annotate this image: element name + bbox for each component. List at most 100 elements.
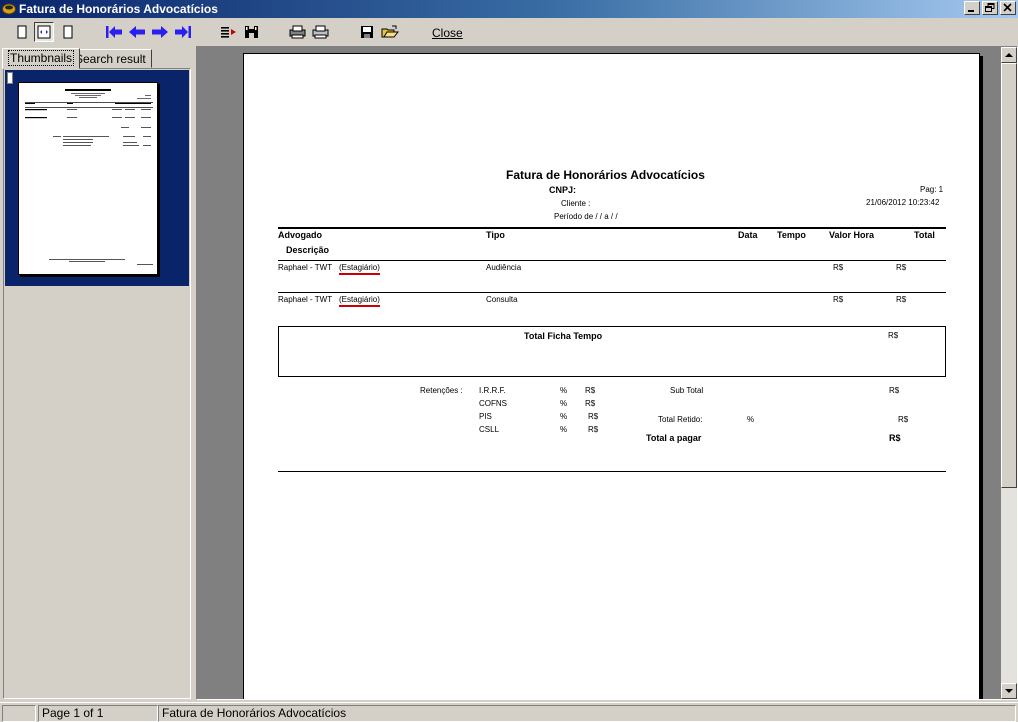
thumbnail-content: [25, 89, 153, 265]
printer-setup-icon: [289, 25, 306, 39]
thumbnail-marker: [7, 72, 13, 84]
retencao-name: CSLL: [479, 425, 500, 434]
col-descricao: Descrição: [286, 245, 330, 255]
retencao-value: R$: [588, 425, 599, 434]
find-button[interactable]: [242, 22, 262, 42]
previous-page-button[interactable]: [127, 22, 147, 42]
header-top-rule: [278, 227, 946, 229]
row-advogado: Raphael - TWT: [278, 263, 333, 272]
row-categoria: (Estagiário): [339, 295, 380, 307]
window-title: Fatura de Honorários Advocatícios: [19, 2, 218, 16]
floppy-disk-icon: [361, 26, 373, 38]
restore-button[interactable]: [982, 1, 998, 15]
col-valor-hora: Valor Hora: [829, 230, 875, 240]
status-page: Page 1 of 1: [38, 705, 158, 722]
page-number-label: Pag: 1: [920, 185, 944, 194]
report-preview-window: Fatura de Honorários Advocatícios Close …: [0, 0, 1018, 722]
col-advogado: Advogado: [278, 230, 322, 240]
report-title: Fatura de Honorários Advocatícios: [506, 168, 705, 182]
toolbar: Close: [0, 19, 1018, 46]
row-valor-hora: R$: [833, 263, 844, 272]
first-page-icon: [106, 26, 122, 38]
row-valor-hora: R$: [833, 295, 844, 304]
last-page-icon: [175, 26, 191, 38]
cliente-label: Cliente :: [561, 199, 591, 208]
total-pagar-label: Total a pagar: [646, 433, 702, 443]
full-page-icon: [63, 25, 73, 39]
last-page-button[interactable]: [173, 22, 193, 42]
scroll-up-icon: [1005, 53, 1013, 57]
status-document: Fatura de Honorários Advocatícios: [158, 705, 1016, 722]
minimize-icon: [968, 10, 974, 12]
total-pagar-value: R$: [889, 433, 901, 443]
save-button[interactable]: [357, 22, 377, 42]
first-page-button[interactable]: [104, 22, 124, 42]
row-advogado: Raphael - TWT: [278, 295, 333, 304]
scroll-down-button[interactable]: [1001, 683, 1017, 699]
restore-icon: [985, 3, 995, 12]
retencao-name: PIS: [479, 412, 492, 421]
total-retido-pct: %: [747, 415, 755, 424]
thumbnail-selection[interactable]: [5, 70, 189, 286]
retencao-name: COFNS: [479, 399, 507, 408]
single-page-button[interactable]: [12, 22, 32, 42]
scroll-thumb[interactable]: [1001, 63, 1017, 488]
sub-total-label: Sub Total: [670, 386, 704, 395]
thumbnail-panel: [3, 68, 191, 699]
vertical-scrollbar[interactable]: [1001, 47, 1017, 699]
page-width-button[interactable]: [34, 22, 54, 42]
row-tipo: Audiência: [486, 263, 522, 272]
next-page-button[interactable]: [150, 22, 170, 42]
app-icon: [2, 3, 16, 15]
col-tipo: Tipo: [486, 230, 505, 240]
print-button[interactable]: [311, 22, 331, 42]
preview-area[interactable]: Fatura de Honorários Advocatícios CNPJ: …: [196, 46, 1018, 700]
close-report-label: Close: [432, 26, 463, 40]
total-retido-label: Total Retido:: [658, 415, 703, 424]
retencao-pct: %: [560, 425, 568, 434]
col-tempo: Tempo: [777, 230, 806, 240]
row-separator: [278, 292, 946, 293]
header-bottom-rule: [278, 260, 946, 261]
retencao-pct: %: [560, 412, 568, 421]
status-pane-empty: [2, 705, 36, 722]
scroll-up-button[interactable]: [1001, 47, 1017, 63]
report-page: Fatura de Honorários Advocatícios CNPJ: …: [243, 53, 980, 699]
close-window-button[interactable]: [1000, 1, 1016, 15]
goto-page-icon: [221, 27, 236, 38]
total-retido-value: R$: [898, 415, 909, 424]
previous-page-icon: [129, 26, 145, 38]
open-button[interactable]: [380, 22, 400, 42]
close-icon: [1003, 3, 1012, 12]
footer-rule: [278, 471, 946, 472]
close-report-button[interactable]: Close: [432, 26, 463, 40]
row-tipo: Consulta: [486, 295, 518, 304]
retencao-value: R$: [588, 412, 599, 421]
report-datetime: 21/06/2012 10:23:42: [866, 198, 940, 207]
cnpj-label: CNPJ:: [549, 185, 577, 195]
full-page-button[interactable]: [58, 22, 78, 42]
sub-total-value: R$: [889, 386, 900, 395]
title-bar: Fatura de Honorários Advocatícios: [0, 0, 1018, 18]
retencao-value: R$: [585, 386, 596, 395]
total-ficha-value: R$: [888, 331, 899, 340]
total-ficha-label: Total Ficha Tempo: [524, 331, 603, 341]
open-folder-icon: [381, 25, 399, 38]
page-thumbnail[interactable]: [18, 82, 158, 275]
row-total: R$: [896, 263, 907, 272]
scroll-down-icon: [1005, 689, 1013, 693]
next-page-icon: [152, 26, 168, 38]
minimize-button[interactable]: [964, 1, 980, 15]
tab-thumbnails[interactable]: Thumbnails: [2, 48, 81, 69]
binoculars-icon: [245, 26, 258, 38]
tab-search-result[interactable]: Search result: [69, 49, 152, 68]
col-total: Total: [914, 230, 935, 240]
page-width-icon: [37, 25, 51, 39]
retencao-name: I.R.R.F.: [479, 386, 506, 395]
status-bar: Page 1 of 1 Fatura de Honorários Advocat…: [0, 702, 1018, 722]
retencao-value: R$: [585, 399, 596, 408]
print-setup-button[interactable]: [288, 22, 308, 42]
goto-page-button[interactable]: [219, 22, 239, 42]
tab-search-result-label: Search result: [75, 52, 146, 66]
retencao-pct: %: [560, 386, 568, 395]
